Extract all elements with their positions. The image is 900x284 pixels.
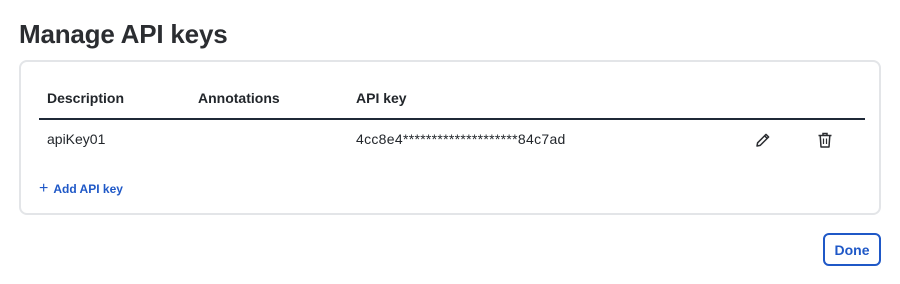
done-button[interactable]: Done [823,233,881,266]
pencil-icon [756,133,770,147]
api-keys-card: Description Annotations API key apiKey01… [19,60,881,215]
plus-icon: + [39,180,49,197]
api-keys-table: Description Annotations API key apiKey01… [39,62,865,164]
table-row: apiKey01 4cc8e4********************84c7a… [39,120,865,164]
add-api-key-link[interactable]: + Add API key [39,181,123,197]
column-header-annotations: Annotations [198,90,280,106]
column-header-api-key: API key [356,90,407,106]
table-header: Description Annotations API key [39,62,865,120]
delete-api-key-button[interactable] [814,129,836,151]
add-api-key-label: Add API key [53,182,123,196]
column-header-description: Description [47,90,125,106]
api-key-value: 4cc8e4********************84c7ad [356,131,566,147]
trash-icon [818,132,832,148]
api-key-description: apiKey01 [47,131,106,147]
page-title: Manage API keys [19,19,228,49]
edit-api-key-button[interactable] [752,129,774,151]
